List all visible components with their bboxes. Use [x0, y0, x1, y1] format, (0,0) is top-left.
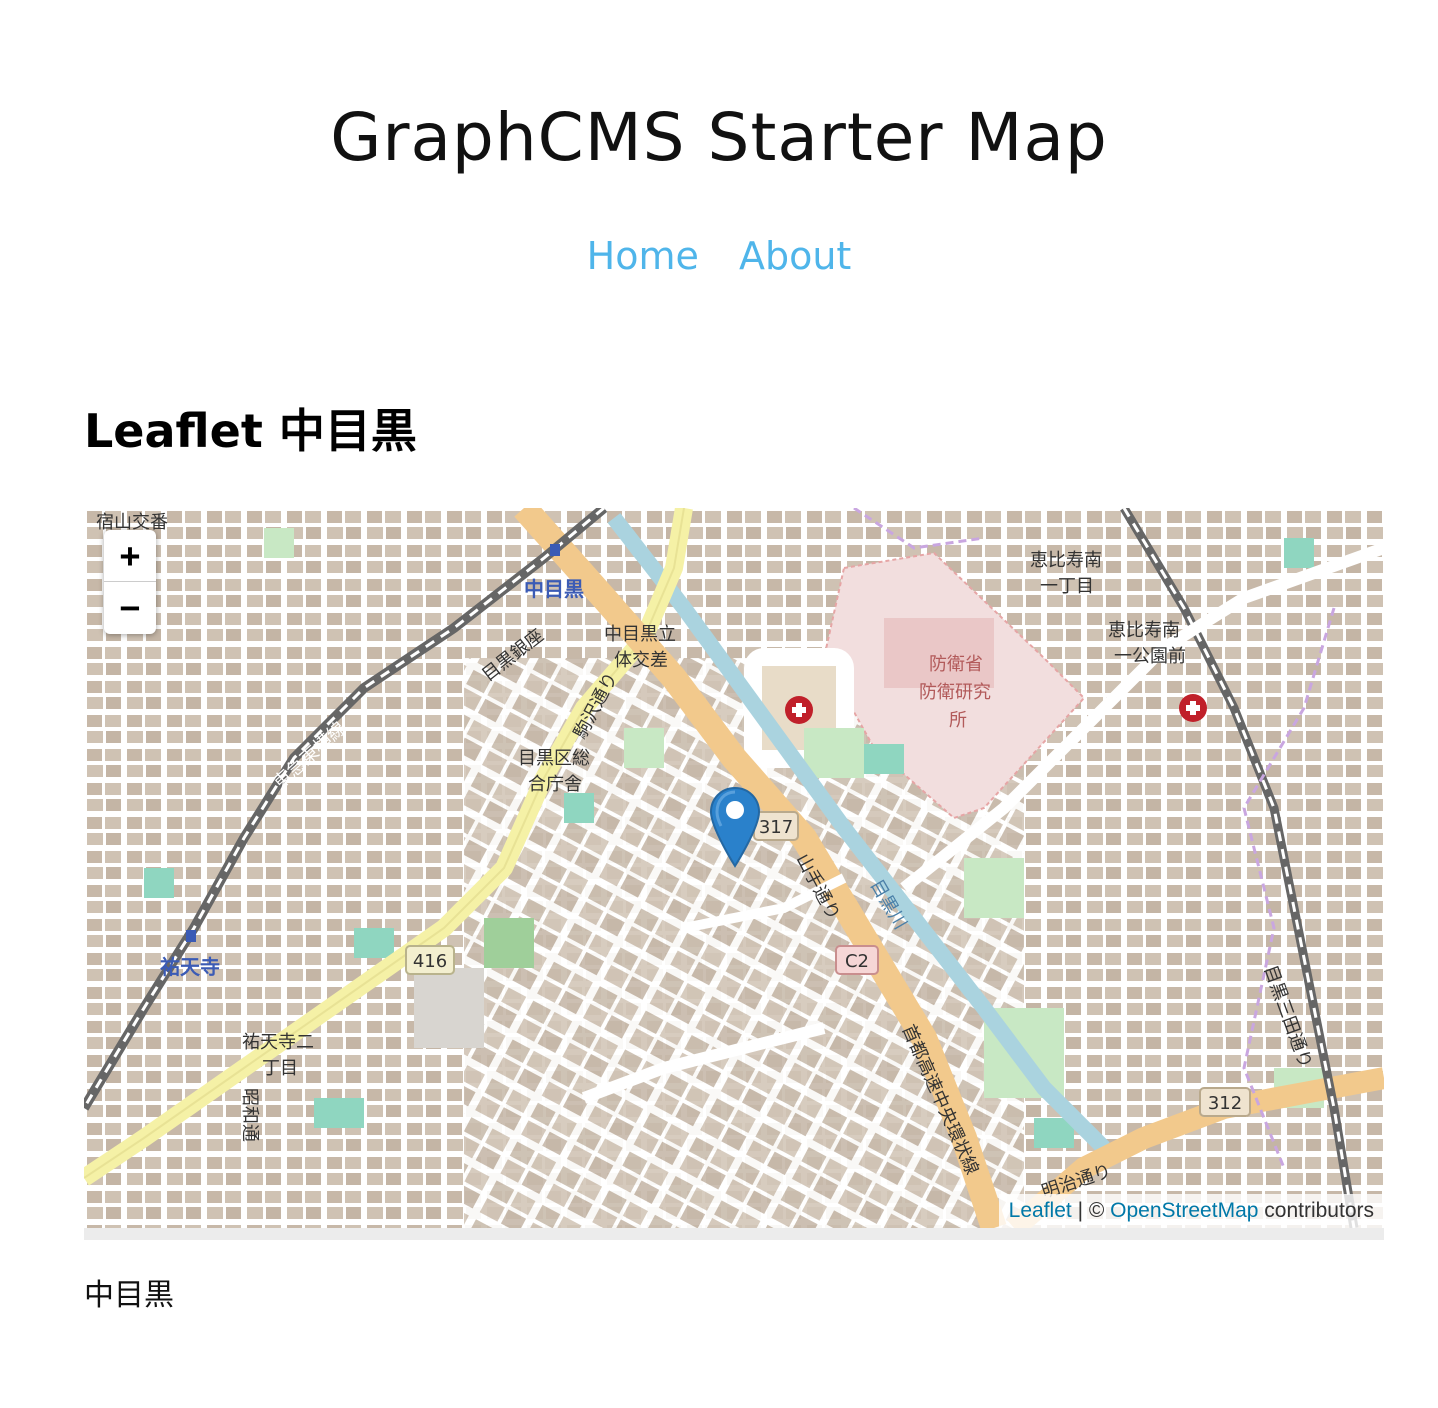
ebisu-park-label-1: 恵比寿南 [1108, 620, 1180, 641]
nav-about-link[interactable]: About [739, 234, 851, 278]
attribution-suffix: contributors [1258, 1199, 1374, 1222]
main-nav: Home About [0, 232, 1438, 280]
yutenji-2-label-2: 丁目 [262, 1058, 298, 1079]
meguro-office-label-1: 目黒区総 [518, 748, 590, 769]
nakameguro-station-label: 中目黒 [524, 577, 584, 601]
nav-home-link[interactable]: Home [587, 234, 699, 278]
hospital-icon [785, 696, 813, 724]
showa-dori-label: 昭和通 [239, 1088, 260, 1142]
openstreetmap-link[interactable]: OpenStreetMap [1110, 1199, 1258, 1222]
map-attribution: Leaflet | © OpenStreetMap contributors [998, 1194, 1384, 1228]
yutenji-2-label-1: 祐天寺二 [242, 1032, 314, 1053]
location-caption: 中目黒 [84, 1278, 174, 1313]
defense-research-label: 防衛研究 [919, 682, 991, 703]
yutenji-station-label: 祐天寺 [160, 955, 220, 979]
route-416-shield: 416 [405, 945, 455, 975]
svg-text:416: 416 [413, 951, 447, 972]
svg-text:312: 312 [1208, 1093, 1242, 1114]
svg-text:317: 317 [759, 817, 793, 838]
defense-tokoro-label: 所 [949, 710, 967, 731]
page: GraphCMS Starter Map Home About Leaflet … [0, 0, 1438, 1408]
section-title: Leaflet 中目黒 [84, 404, 417, 458]
itchome-label: 一丁目 [1040, 576, 1094, 597]
meguro-office-label-2: 合庁舎 [528, 774, 582, 795]
defense-ministry-label: 防衛省 [929, 654, 983, 675]
zoom-in-button[interactable]: + [104, 530, 156, 582]
ebisu-park-label-2: 一公園前 [1114, 646, 1186, 667]
attribution-separator: | © [1071, 1199, 1111, 1222]
ebisu-minami-label: 恵比寿南 [1030, 550, 1102, 571]
leaflet-link[interactable]: Leaflet [1009, 1199, 1072, 1222]
nakameguro-tai-label-1: 中目黒立 [604, 624, 676, 645]
zoom-out-button[interactable]: − [104, 582, 156, 634]
map-marker-icon[interactable] [709, 786, 761, 868]
route-312-shield: 312 [1199, 1087, 1251, 1117]
hospital-icon [1179, 694, 1207, 722]
site-title: GraphCMS Starter Map [330, 99, 1108, 176]
map-tiles[interactable]: 317 416 C2 312 中目黒 祐天寺 宿山交番 防衛省 防衛研究 所 目… [84, 508, 1384, 1228]
leaflet-map[interactable]: 317 416 C2 312 中目黒 祐天寺 宿山交番 防衛省 防衛研究 所 目… [84, 508, 1384, 1240]
route-c2-shield: C2 [835, 945, 879, 975]
svg-text:C2: C2 [845, 951, 869, 972]
zoom-control: + − [104, 530, 156, 634]
nakameguro-tai-label-2: 体交差 [614, 650, 668, 671]
